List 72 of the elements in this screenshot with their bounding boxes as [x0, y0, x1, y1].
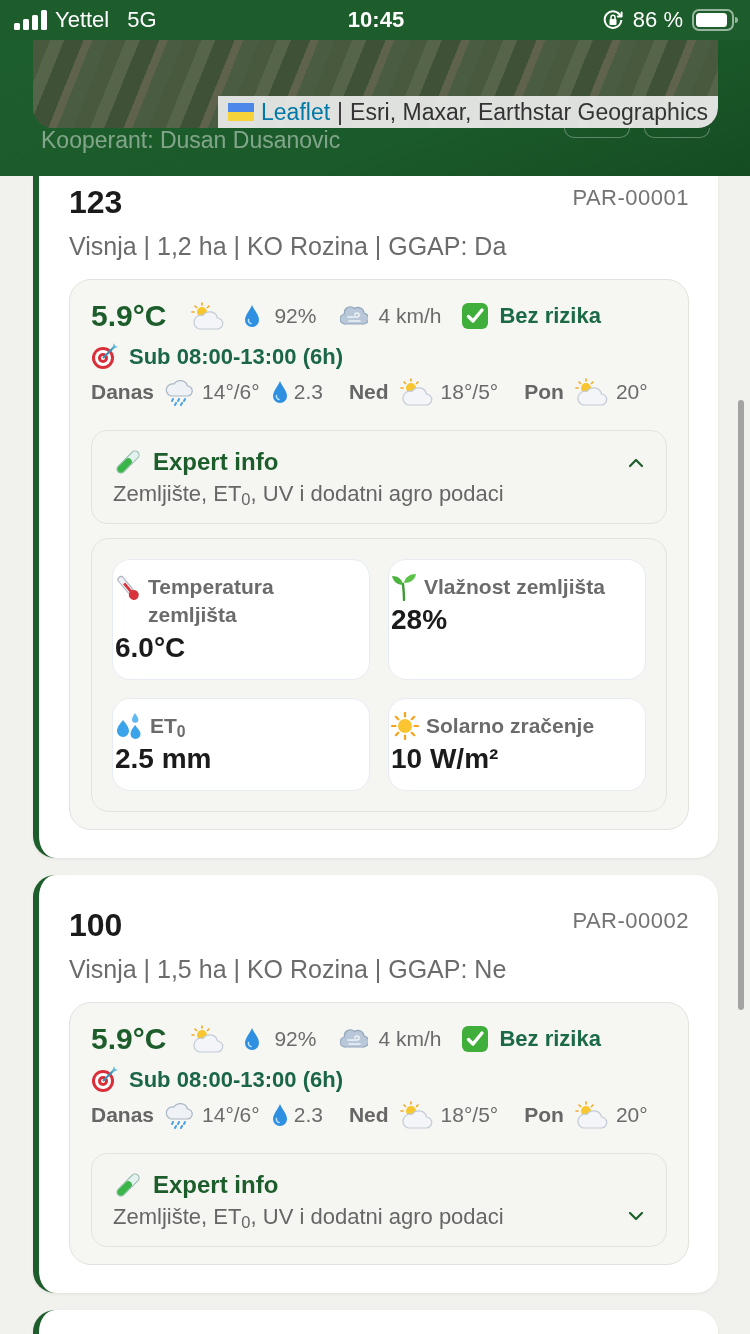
check-mark-icon: [461, 302, 490, 330]
sun-behind-cloud-icon: [190, 302, 225, 330]
battery-icon: [692, 9, 738, 31]
current-temperature: 5.9°C: [91, 1021, 167, 1057]
wind-speed: 4 km/h: [378, 303, 442, 329]
parcel-name: 123: [69, 184, 123, 220]
check-mark-icon: [461, 1025, 490, 1053]
parcel-name: 100: [69, 907, 123, 943]
water-drop-icon: [244, 304, 261, 328]
metric-value: 6.0°C: [115, 631, 187, 665]
forecast-temperature: 20°: [615, 1102, 648, 1128]
precipitation-amount: 2.3: [293, 379, 323, 405]
network-type: 5G: [127, 7, 157, 33]
metric-value: 10 W/m²: [391, 742, 500, 776]
risk-status: Bez rizika: [499, 302, 601, 330]
seedling-icon: [391, 573, 417, 601]
forecast-day: Ned: [348, 376, 389, 408]
precipitation-amount: 2.3: [293, 1102, 323, 1128]
metric-value: 2.5 mm: [115, 742, 213, 776]
spray-window: Sub 08:00-13:00 (6h): [129, 1062, 343, 1096]
wind-speed: 4 km/h: [378, 1026, 442, 1052]
forecast-temperature: 20°: [615, 379, 648, 405]
forecast-temperature: 18°/5°: [440, 379, 499, 405]
forecast-temperature: 14°/6°: [202, 379, 260, 405]
expert-info-toggle[interactable]: Expert info Zemljište, ET$_{0}$, UV i dodatni agro podaci: [91, 1153, 667, 1247]
attribution-text: Esri, Maxar, Earthstar Geographics: [350, 97, 708, 127]
forecast-day: Pon: [524, 376, 564, 408]
battery-percent: 86 %: [632, 7, 683, 33]
rain-cloud-icon: [164, 1101, 195, 1129]
leaflet-link[interactable]: Leaflet: [261, 94, 331, 128]
rain-cloud-icon: [164, 378, 195, 406]
sun-behind-cloud-icon: [573, 378, 608, 406]
sun-behind-cloud-icon: [573, 1101, 608, 1129]
metric-label: Vlažnost zemljišta: [424, 574, 605, 600]
metric-label: ET$_{0}$: [150, 713, 186, 740]
parcel-details: Visnja | 1,5 ha | KO Rozina | GGAP: Ne: [69, 954, 508, 985]
water-drop-icon: [271, 1103, 288, 1127]
humidity-value: 92%: [274, 1026, 317, 1052]
expert-info-toggle[interactable]: Expert info Zemljište, ET$_{0}$, UV i dodatni agro podaci: [91, 430, 667, 524]
current-temperature: 5.9°C: [91, 298, 167, 334]
sun-icon: [391, 712, 419, 740]
forecast-day: Danas: [91, 376, 155, 408]
forecast-day: Ned: [348, 1099, 389, 1131]
target-icon: [91, 342, 119, 370]
sun-behind-cloud-icon: [398, 378, 433, 406]
forecast-temperature: 18°/5°: [440, 1102, 499, 1128]
forecast-day: Danas: [91, 1099, 155, 1131]
parcel-code: PAR-00001: [572, 184, 689, 212]
water-drop-icon: [271, 380, 288, 404]
flag-icon: [228, 103, 255, 121]
forecast-day: Pon: [524, 1099, 564, 1131]
farmer-name: Kooperant: Dusan Dusanovic: [41, 128, 341, 152]
carrier-name: Yettel: [55, 7, 110, 33]
sun-behind-cloud-icon: [190, 1025, 225, 1053]
spray-window: Sub 08:00-13:00 (6h): [129, 339, 343, 373]
rotation-lock-icon: [601, 9, 624, 31]
water-drop-icon: [244, 1027, 261, 1051]
sun-behind-cloud-icon: [398, 1101, 433, 1129]
metric-label: Temperatura zemljišta: [148, 574, 275, 628]
risk-status: Bez rizika: [499, 1025, 601, 1053]
forecast-temperature: 14°/6°: [202, 1102, 260, 1128]
humidity-value: 92%: [274, 303, 317, 329]
attribution-divider: |: [337, 97, 344, 127]
water-drops-icon: [115, 712, 143, 740]
thermometer-icon: [115, 573, 141, 603]
parcel-details: Visnja | 1,2 ha | KO Rozina | GGAP: Da: [69, 231, 508, 262]
metric-label: Solarno zračenje: [426, 713, 595, 739]
signal-icon: [14, 10, 47, 30]
metric-value: 28%: [391, 603, 449, 637]
clock-time: 10:45: [347, 7, 405, 33]
parcel-code: PAR-00002: [572, 907, 689, 935]
target-icon: [91, 1065, 119, 1093]
